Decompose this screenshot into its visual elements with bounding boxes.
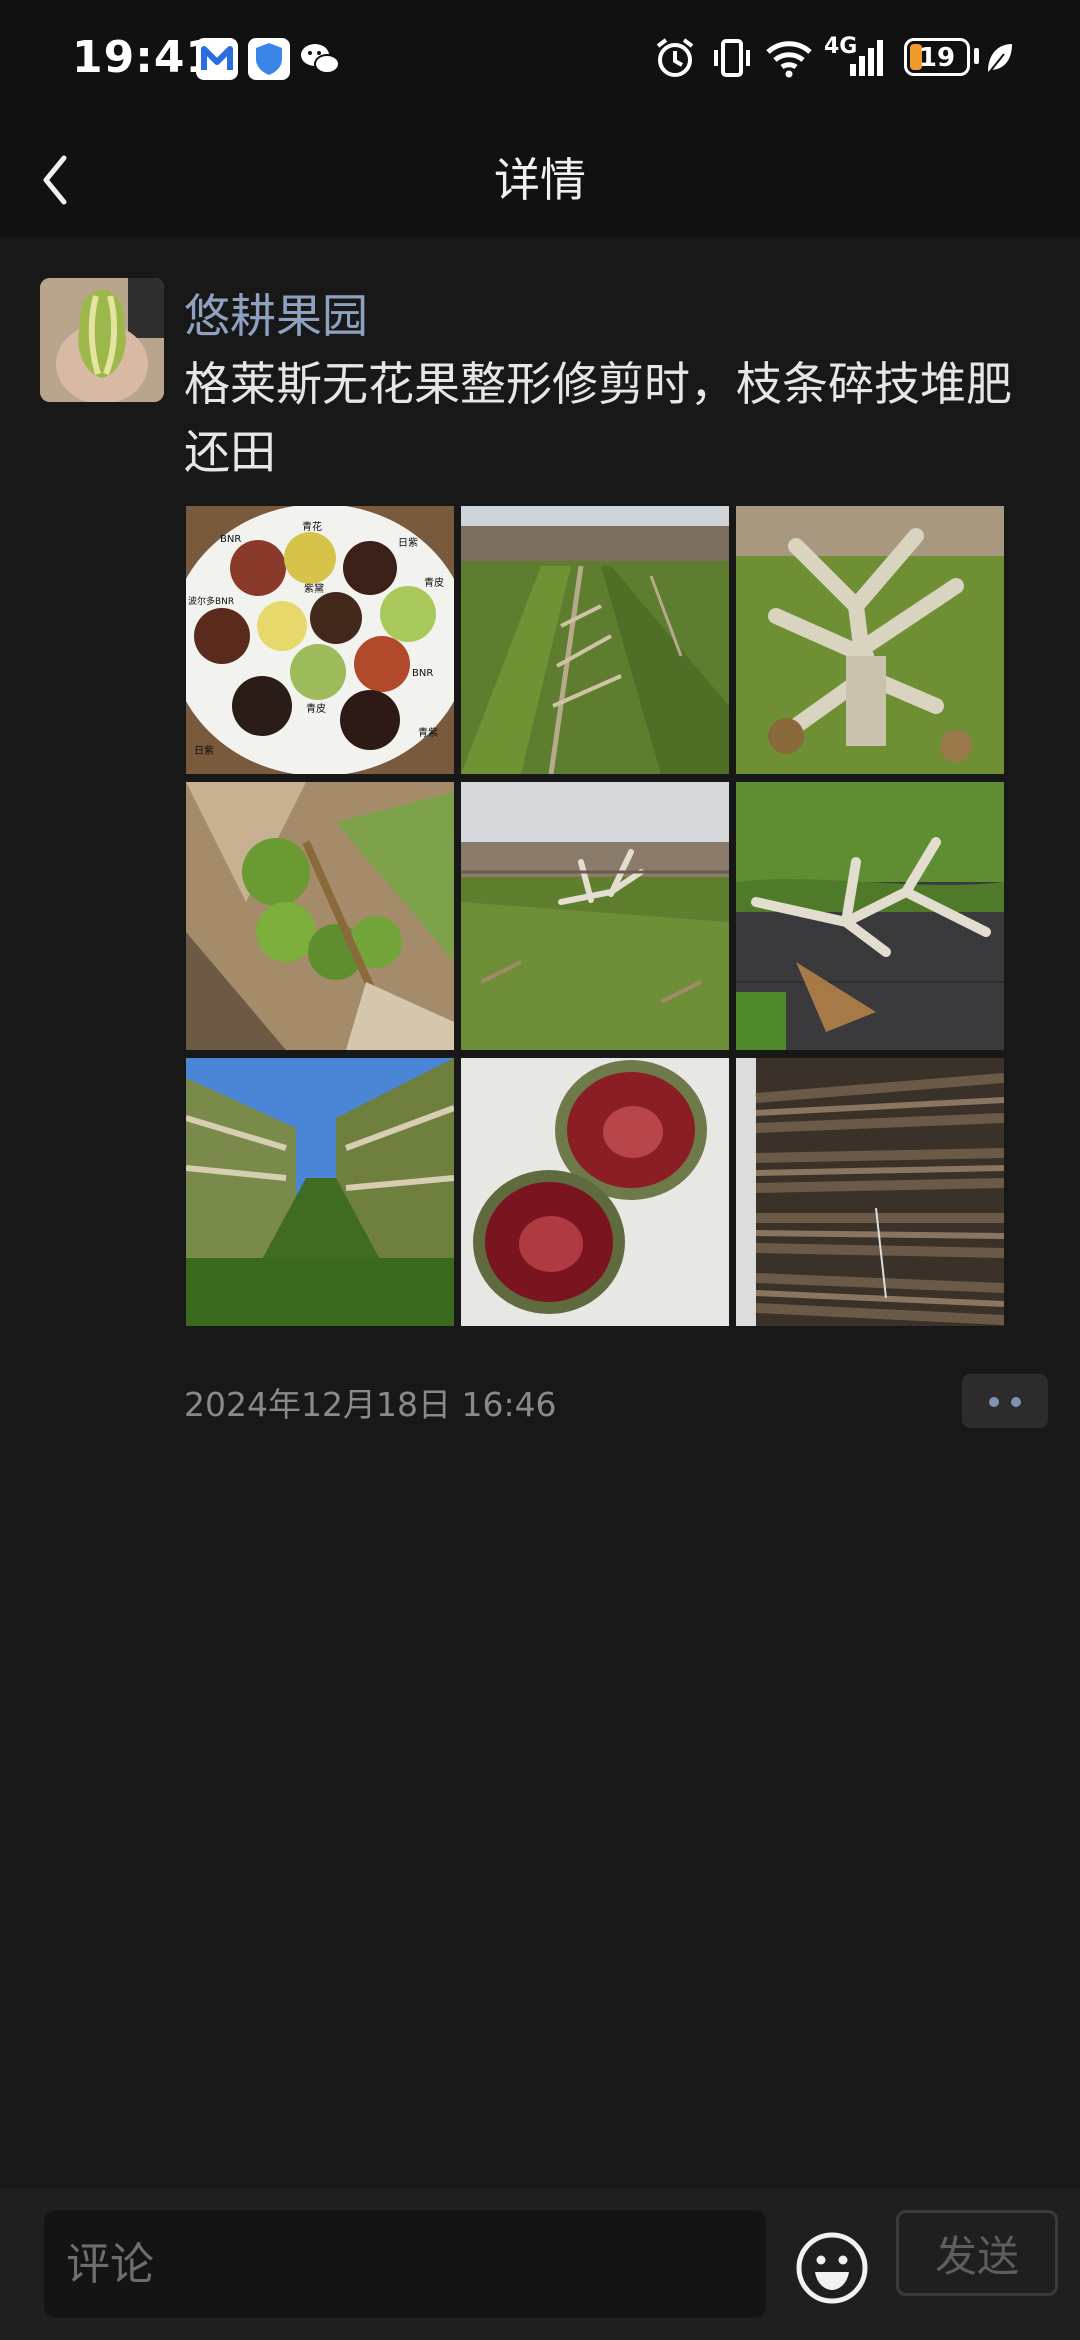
post-image-7[interactable] [186, 1058, 454, 1326]
comment-bar: 发送 [0, 2188, 1080, 2340]
emoji-button[interactable] [794, 2230, 870, 2306]
more-dots-icon [1011, 1397, 1021, 1407]
fig-tag-label: 青花 [302, 520, 322, 533]
battery-icon: 19 [904, 38, 970, 76]
shield-icon [248, 38, 290, 80]
username[interactable]: 悠耕果园 [184, 280, 368, 346]
more-button[interactable] [962, 1374, 1048, 1428]
wifi-icon [764, 36, 814, 80]
status-bar: 19:41 4G 19 [0, 0, 1080, 120]
leaf-icon [984, 36, 1016, 80]
alarm-icon [652, 36, 698, 80]
fig-tag-label: BNR [220, 534, 241, 545]
fig-tag-label: BNR [412, 668, 433, 679]
app-m-icon [196, 38, 238, 80]
post-image-8[interactable] [461, 1058, 729, 1326]
post-image-4[interactable] [186, 782, 454, 1050]
post-image-9[interactable] [736, 1058, 1004, 1326]
fig-tag-label: 青皮 [424, 576, 444, 589]
signal-icon [846, 36, 890, 80]
fig-tag-label: 日紫 [398, 537, 418, 549]
image-grid: BNR 青花 日紫 青皮 波尔多BNR 紫黛 BNR 日紫 青皮 青紫 [184, 506, 1004, 1326]
fig-tag-label: 日紫 [194, 745, 214, 757]
emoji-icon [796, 2232, 868, 2304]
vibrate-icon [710, 36, 754, 80]
post-image-1[interactable]: BNR 青花 日紫 青皮 波尔多BNR 紫黛 BNR 日紫 青皮 青紫 [186, 506, 454, 774]
page-title: 详情 [494, 153, 586, 207]
post-image-3[interactable] [736, 506, 1004, 774]
post-image-5[interactable] [461, 782, 729, 1050]
fig-tag-label: 青皮 [306, 702, 326, 715]
comment-input[interactable] [44, 2210, 766, 2318]
avatar[interactable] [40, 278, 164, 402]
post-image-6[interactable] [736, 782, 1004, 1050]
more-dots-icon [989, 1397, 999, 1407]
nav-bar: 详情 [0, 120, 1080, 238]
battery-tip [974, 48, 979, 64]
wechat-icon [298, 38, 340, 80]
fig-tag-label: 青紫 [418, 726, 438, 739]
battery-level: 19 [918, 43, 956, 73]
post-text: 格莱斯无花果整形修剪时，枝条碎技堆肥还田 [184, 357, 1012, 479]
post-image-2[interactable] [461, 506, 729, 774]
fig-tag-label: 波尔多BNR [188, 595, 234, 607]
fig-tag-label: 紫黛 [304, 582, 324, 595]
send-button[interactable]: 发送 [896, 2210, 1058, 2296]
post-timestamp: 2024年12月18日 16:46 [184, 1385, 557, 1424]
